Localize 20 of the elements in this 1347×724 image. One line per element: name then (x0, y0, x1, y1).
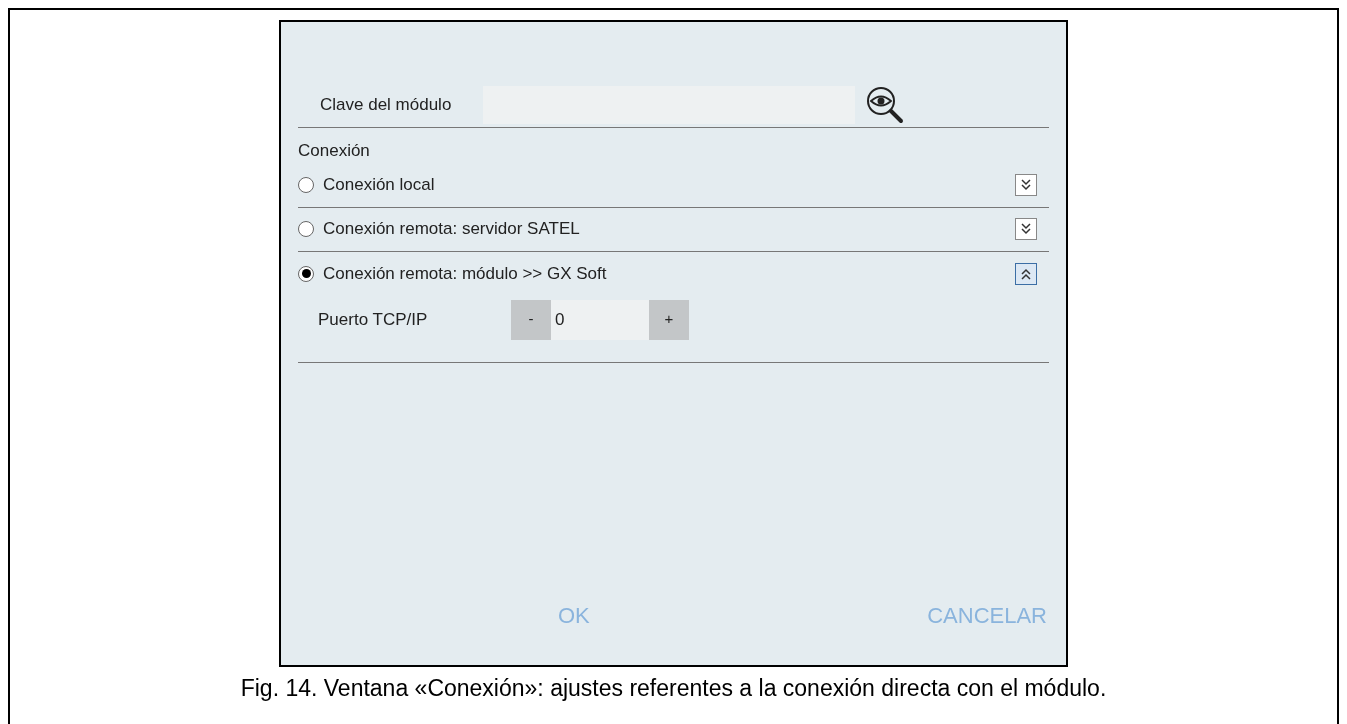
chevrons-down-icon (1020, 222, 1032, 236)
expand-button[interactable] (1015, 218, 1037, 240)
chevrons-up-icon (1020, 266, 1032, 281)
port-input-field[interactable]: 0 (551, 299, 649, 340)
decrement-button[interactable]: - (511, 299, 551, 340)
expand-button[interactable] (1015, 174, 1037, 196)
radio-label[interactable]: Conexión local (323, 172, 1015, 198)
radio-label[interactable]: Conexión remota: servidor SATEL (323, 216, 1015, 242)
figure-caption: Fig. 14. Ventana «Conexión»: ajustes referentes a la conexión directa con el módulo. (240, 674, 1107, 703)
radio-label[interactable]: Conexión remota: módulo >> GX Soft (323, 260, 1015, 287)
radio-button[interactable] (298, 265, 314, 282)
collapse-button[interactable] (1015, 262, 1037, 285)
reveal-password-icon[interactable] (865, 85, 905, 125)
radio-button[interactable] (298, 221, 314, 237)
radio-button[interactable] (298, 177, 314, 193)
field-label: Clave del módulo (320, 94, 453, 117)
section-title: Conexión (298, 140, 371, 162)
chevrons-down-icon (1020, 178, 1032, 192)
increment-button[interactable]: + (649, 299, 689, 340)
field-label: Puerto TCP/IP (318, 308, 429, 331)
